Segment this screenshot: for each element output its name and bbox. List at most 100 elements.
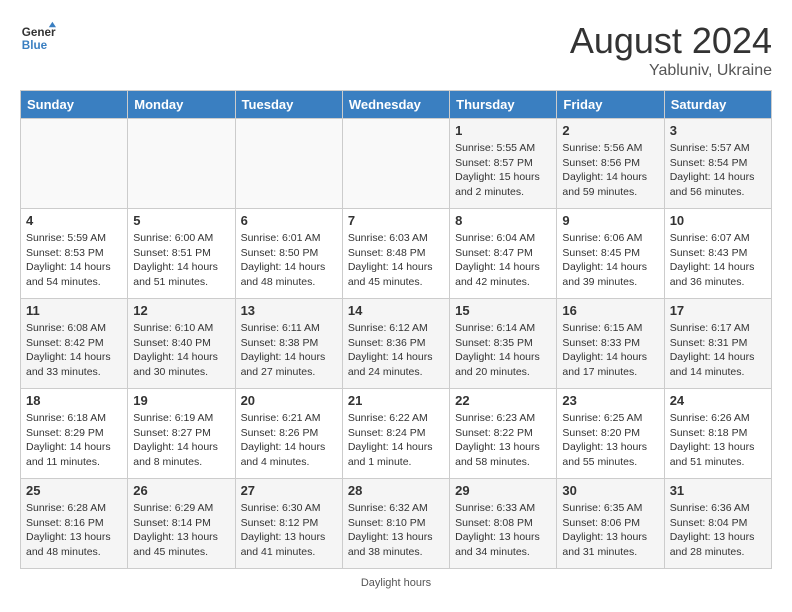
calendar-header-row: SundayMondayTuesdayWednesdayThursdayFrid… — [21, 91, 772, 119]
day-number: 2 — [562, 123, 658, 138]
day-info: Sunrise: 6:22 AMSunset: 8:24 PMDaylight:… — [348, 411, 444, 470]
calendar-day-cell: 1 Sunrise: 5:55 AMSunset: 8:57 PMDaylight… — [450, 119, 557, 209]
calendar-day-header: Monday — [128, 91, 235, 119]
day-number: 19 — [133, 393, 229, 408]
day-number: 18 — [26, 393, 122, 408]
logo-icon: General Blue — [20, 20, 56, 56]
footer: Daylight hours — [20, 577, 772, 589]
day-info: Sunrise: 6:19 AMSunset: 8:27 PMDaylight:… — [133, 411, 229, 470]
svg-text:Blue: Blue — [22, 39, 48, 52]
calendar-day-cell: 21 Sunrise: 6:22 AMSunset: 8:24 PMDayligh… — [342, 389, 449, 479]
day-info: Sunrise: 6:25 AMSunset: 8:20 PMDaylight:… — [562, 411, 658, 470]
page-header: General Blue August 2024 Yabluniv, Ukrai… — [20, 20, 772, 80]
calendar-day-header: Saturday — [664, 91, 771, 119]
day-number: 29 — [455, 483, 551, 498]
day-number: 10 — [670, 213, 766, 228]
calendar-day-cell — [21, 119, 128, 209]
calendar-day-cell: 20Sunrise: 6:21 AMSunset: 8:26 PMDayligh… — [235, 389, 342, 479]
calendar-day-cell: 2 Sunrise: 5:56 AMSunset: 8:56 PMDaylight… — [557, 119, 664, 209]
day-number: 16 — [562, 303, 658, 318]
day-info: Sunrise: 6:04 AMSunset: 8:47 PMDaylight:… — [455, 231, 551, 290]
calendar-day-cell: 7Sunrise: 6:03 AMSunset: 8:48 PMDaylight… — [342, 209, 449, 299]
day-info: Sunrise: 6:15 AMSunset: 8:33 PMDaylight:… — [562, 321, 658, 380]
day-number: 17 — [670, 303, 766, 318]
day-info: Sunrise: 6:00 AMSunset: 8:51 PMDaylight:… — [133, 231, 229, 290]
calendar-day-header: Thursday — [450, 91, 557, 119]
calendar-day-cell: 5Sunrise: 6:00 AMSunset: 8:51 PMDaylight… — [128, 209, 235, 299]
day-number: 28 — [348, 483, 444, 498]
calendar-day-header: Sunday — [21, 91, 128, 119]
day-number: 11 — [26, 303, 122, 318]
day-number: 12 — [133, 303, 229, 318]
day-info: Sunrise: 6:35 AMSunset: 8:06 PMDaylight:… — [562, 501, 658, 560]
calendar-day-cell: 25Sunrise: 6:28 AMSunset: 8:16 PMDayligh… — [21, 479, 128, 569]
day-info: Sunrise: 6:36 AMSunset: 8:04 PMDaylight:… — [670, 501, 766, 560]
day-info: Sunrise: 6:10 AMSunset: 8:40 PMDaylight:… — [133, 321, 229, 380]
calendar-day-cell: 31Sunrise: 6:36 AMSunset: 8:04 PMDayligh… — [664, 479, 771, 569]
day-number: 21 — [348, 393, 444, 408]
day-info: Sunrise: 6:32 AMSunset: 8:10 PMDaylight:… — [348, 501, 444, 560]
calendar-week-row: 4Sunrise: 5:59 AMSunset: 8:53 PMDaylight… — [21, 209, 772, 299]
calendar-day-cell — [128, 119, 235, 209]
svg-text:General: General — [22, 26, 56, 39]
calendar-day-cell: 14 Sunrise: 6:12 AMSunset: 8:36 PMDayligh… — [342, 299, 449, 389]
logo: General Blue — [20, 20, 56, 56]
day-info: Sunrise: 6:08 AMSunset: 8:42 PMDaylight:… — [26, 321, 122, 380]
day-number: 24 — [670, 393, 766, 408]
day-info: Sunrise: 5:56 AMSunset: 8:56 PMDaylight:… — [562, 141, 658, 200]
month-year: August 2024 — [570, 20, 772, 62]
calendar-day-cell: 28 Sunrise: 6:32 AMSunset: 8:10 PMDayligh… — [342, 479, 449, 569]
day-info: Sunrise: 6:01 AMSunset: 8:50 PMDaylight:… — [241, 231, 337, 290]
day-info: Sunrise: 6:26 AMSunset: 8:18 PMDaylight:… — [670, 411, 766, 470]
calendar-day-cell: 22Sunrise: 6:23 AMSunset: 8:22 PMDayligh… — [450, 389, 557, 479]
day-number: 22 — [455, 393, 551, 408]
day-info: Sunrise: 6:06 AMSunset: 8:45 PMDaylight:… — [562, 231, 658, 290]
calendar-day-cell: 29Sunrise: 6:33 AMSunset: 8:08 PMDayligh… — [450, 479, 557, 569]
day-info: Sunrise: 6:29 AMSunset: 8:14 PMDaylight:… — [133, 501, 229, 560]
calendar-day-cell: 19 Sunrise: 6:19 AMSunset: 8:27 PMDayligh… — [128, 389, 235, 479]
day-number: 14 — [348, 303, 444, 318]
calendar-week-row: 25Sunrise: 6:28 AMSunset: 8:16 PMDayligh… — [21, 479, 772, 569]
day-number: 23 — [562, 393, 658, 408]
day-info: Sunrise: 5:55 AMSunset: 8:57 PMDaylight:… — [455, 141, 551, 200]
calendar-day-cell: 9 Sunrise: 6:06 AMSunset: 8:45 PMDaylight… — [557, 209, 664, 299]
location: Yabluniv, Ukraine — [570, 62, 772, 80]
day-number: 26 — [133, 483, 229, 498]
calendar-week-row: 11 Sunrise: 6:08 AMSunset: 8:42 PMDayligh… — [21, 299, 772, 389]
calendar-day-cell: 26 Sunrise: 6:29 AMSunset: 8:14 PMDayligh… — [128, 479, 235, 569]
day-number: 9 — [562, 213, 658, 228]
calendar-day-cell — [235, 119, 342, 209]
calendar-table: SundayMondayTuesdayWednesdayThursdayFrid… — [20, 90, 772, 569]
calendar-day-cell: 15 Sunrise: 6:14 AMSunset: 8:35 PMDayligh… — [450, 299, 557, 389]
calendar-day-cell: 23 Sunrise: 6:25 AMSunset: 8:20 PMDayligh… — [557, 389, 664, 479]
day-info: Sunrise: 6:03 AMSunset: 8:48 PMDaylight:… — [348, 231, 444, 290]
day-number: 15 — [455, 303, 551, 318]
day-number: 1 — [455, 123, 551, 138]
day-info: Sunrise: 6:21 AMSunset: 8:26 PMDaylight:… — [241, 411, 337, 470]
day-info: Sunrise: 6:28 AMSunset: 8:16 PMDaylight:… — [26, 501, 122, 560]
day-info: Sunrise: 6:11 AMSunset: 8:38 PMDaylight:… — [241, 321, 337, 380]
day-info: Sunrise: 5:59 AMSunset: 8:53 PMDaylight:… — [26, 231, 122, 290]
calendar-day-cell: 18Sunrise: 6:18 AMSunset: 8:29 PMDayligh… — [21, 389, 128, 479]
calendar-day-cell: 17 Sunrise: 6:17 AMSunset: 8:31 PMDayligh… — [664, 299, 771, 389]
calendar-day-cell: 27Sunrise: 6:30 AMSunset: 8:12 PMDayligh… — [235, 479, 342, 569]
calendar-day-cell — [342, 119, 449, 209]
calendar-day-header: Wednesday — [342, 91, 449, 119]
calendar-day-cell: 6 Sunrise: 6:01 AMSunset: 8:50 PMDaylight… — [235, 209, 342, 299]
day-info: Sunrise: 6:14 AMSunset: 8:35 PMDaylight:… — [455, 321, 551, 380]
day-info: Sunrise: 6:17 AMSunset: 8:31 PMDaylight:… — [670, 321, 766, 380]
day-info: Sunrise: 6:30 AMSunset: 8:12 PMDaylight:… — [241, 501, 337, 560]
calendar-day-cell: 30 Sunrise: 6:35 AMSunset: 8:06 PMDayligh… — [557, 479, 664, 569]
day-number: 6 — [241, 213, 337, 228]
day-number: 3 — [670, 123, 766, 138]
calendar-week-row: 18Sunrise: 6:18 AMSunset: 8:29 PMDayligh… — [21, 389, 772, 479]
calendar-day-cell: 13Sunrise: 6:11 AMSunset: 8:38 PMDayligh… — [235, 299, 342, 389]
day-info: Sunrise: 6:07 AMSunset: 8:43 PMDaylight:… — [670, 231, 766, 290]
day-number: 30 — [562, 483, 658, 498]
calendar-day-cell: 16 Sunrise: 6:15 AMSunset: 8:33 PMDayligh… — [557, 299, 664, 389]
calendar-day-cell: 3Sunrise: 5:57 AMSunset: 8:54 PMDaylight… — [664, 119, 771, 209]
calendar-week-row: 1 Sunrise: 5:55 AMSunset: 8:57 PMDaylight… — [21, 119, 772, 209]
calendar-day-cell: 4Sunrise: 5:59 AMSunset: 8:53 PMDaylight… — [21, 209, 128, 299]
calendar-day-cell: 11 Sunrise: 6:08 AMSunset: 8:42 PMDayligh… — [21, 299, 128, 389]
day-info: Sunrise: 6:12 AMSunset: 8:36 PMDaylight:… — [348, 321, 444, 380]
